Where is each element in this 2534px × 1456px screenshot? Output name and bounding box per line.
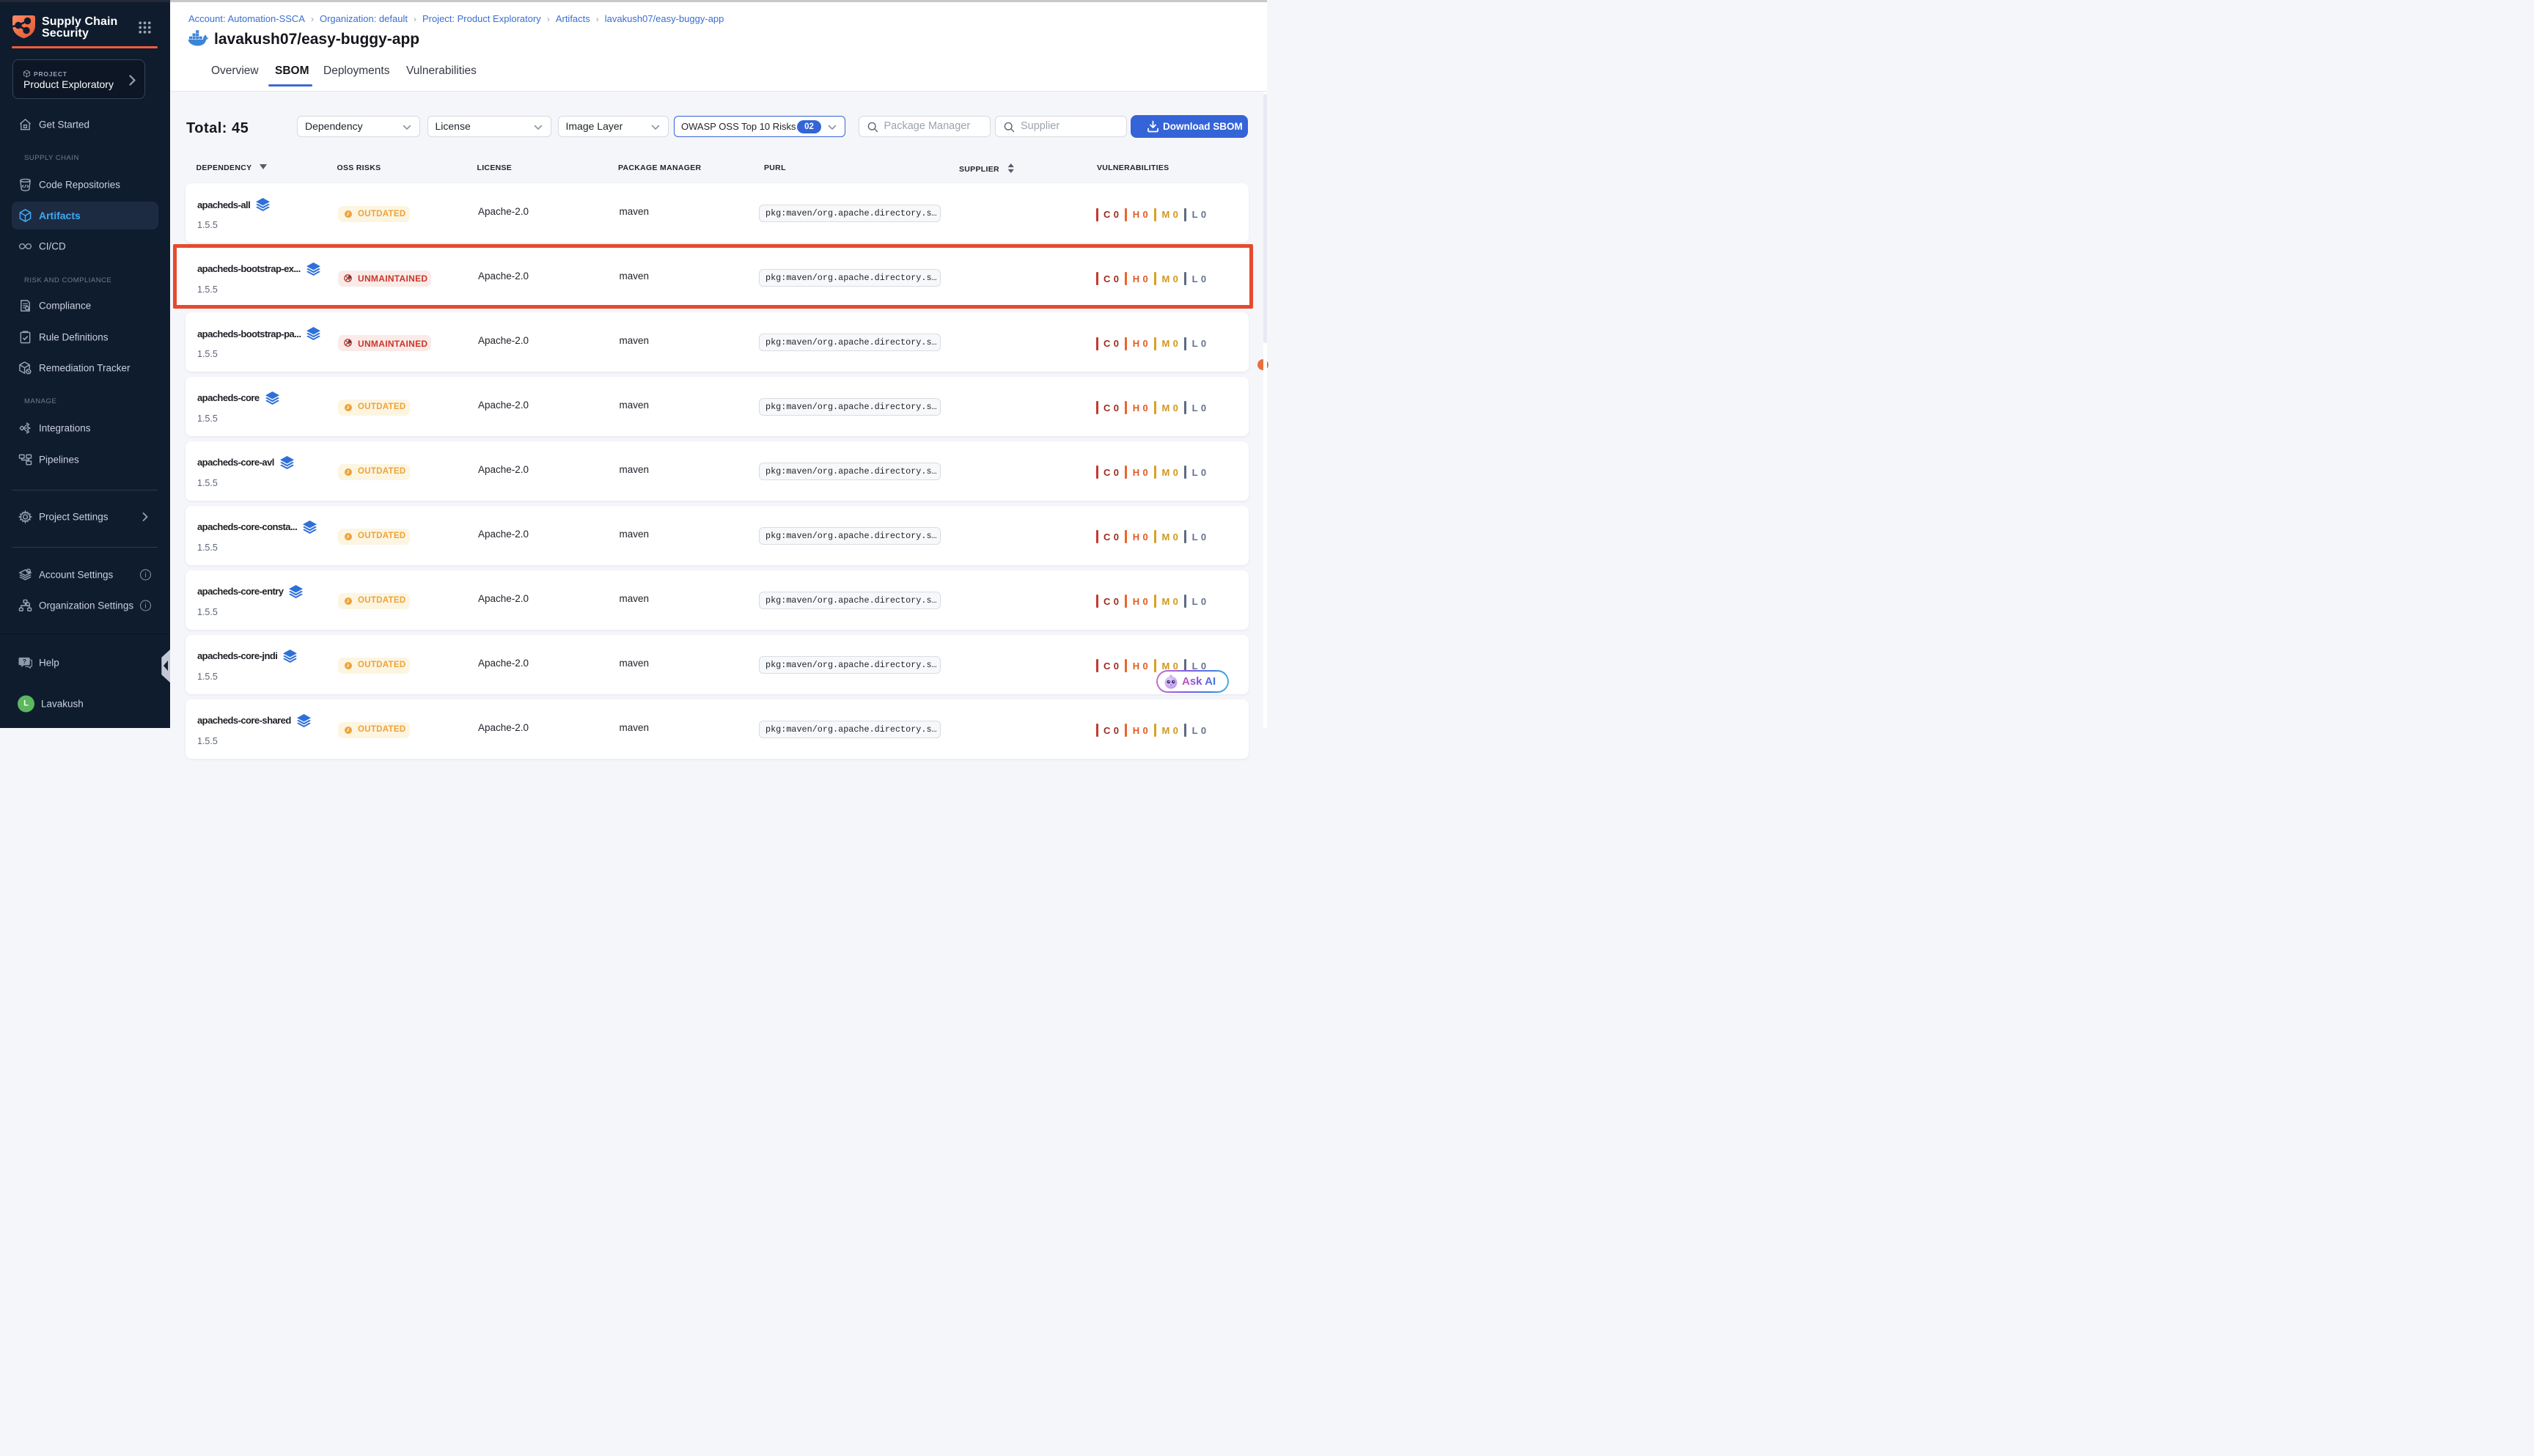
- svg-text:?: ?: [23, 658, 26, 665]
